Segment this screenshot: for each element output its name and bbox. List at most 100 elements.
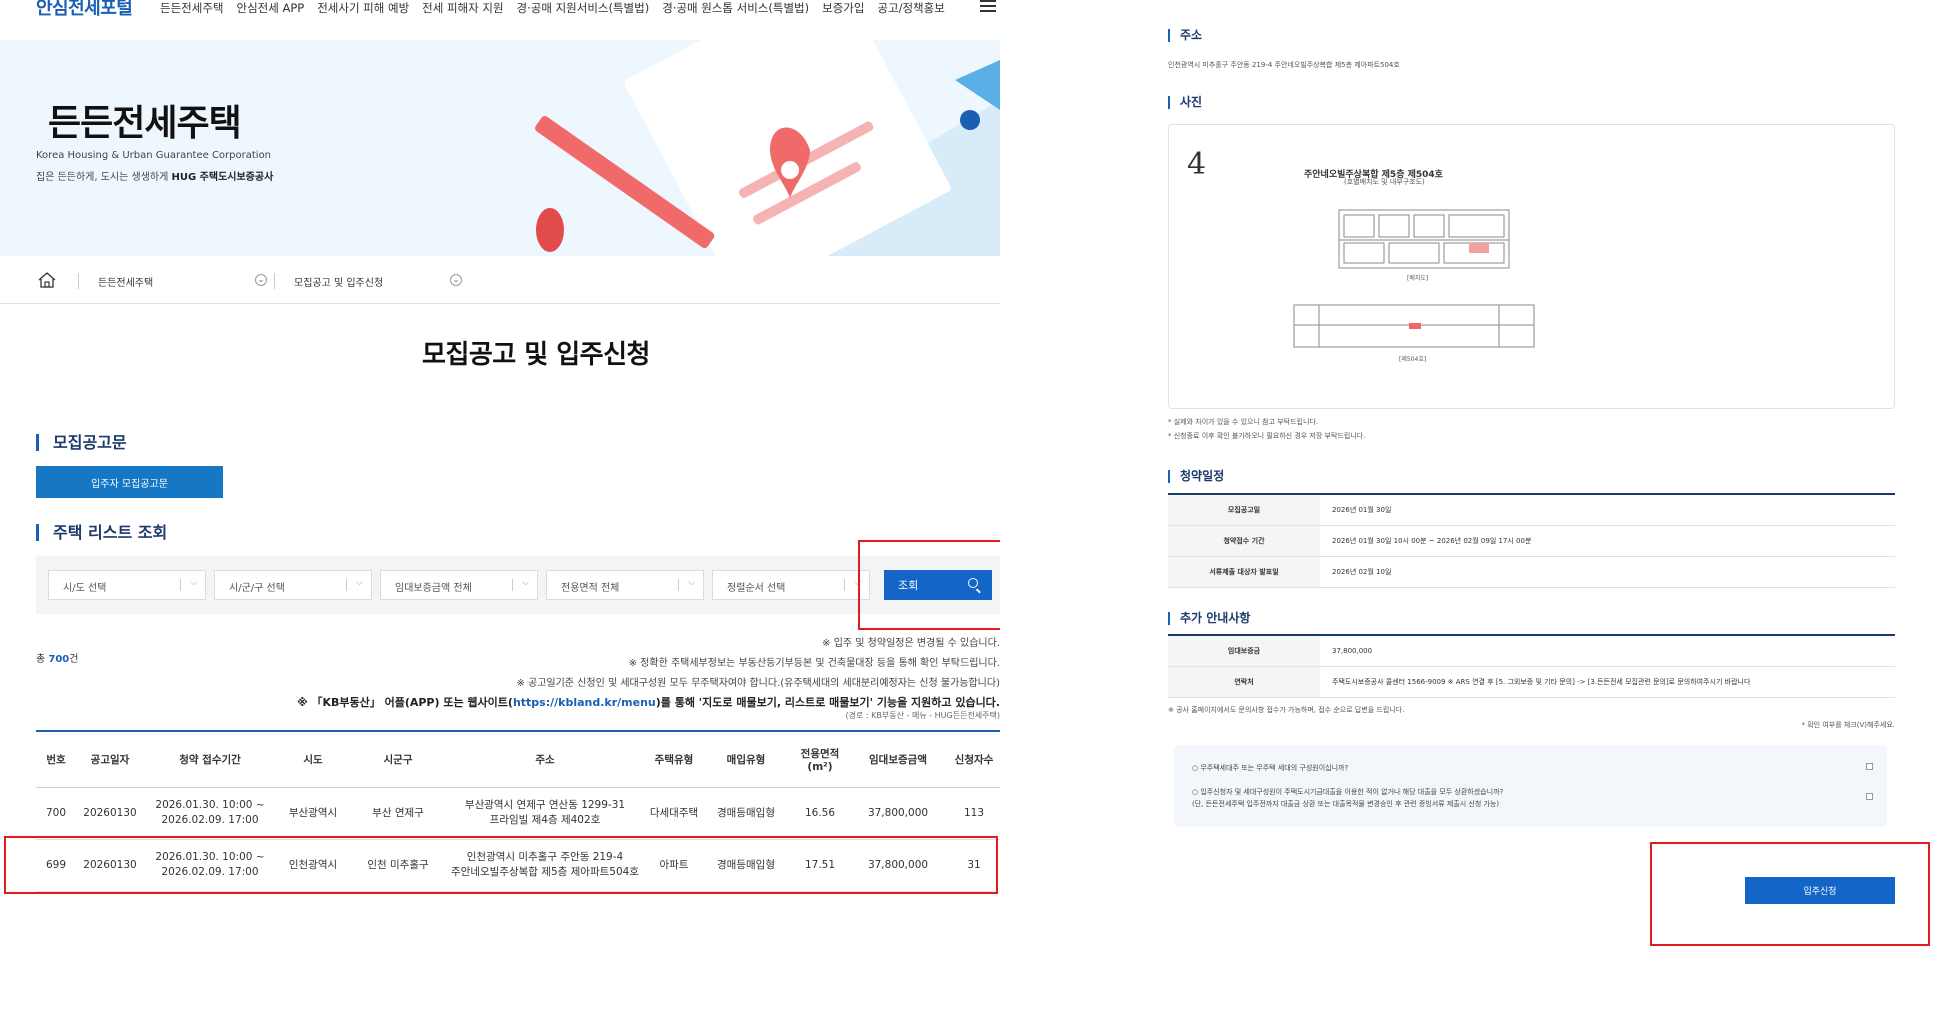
home-icon[interactable] (38, 272, 56, 288)
schedule-table: 모집공고일 2026년 01월 30일 청약접수 기간 2026년 01월 30일 … (1168, 493, 1895, 588)
chevron-down-icon[interactable]: ⌄ (255, 274, 267, 286)
chevron-down-icon: ⌵ (190, 578, 197, 588)
hero-title: 든든전세주택 (48, 103, 242, 144)
breadcrumb-level1[interactable]: 든든전세주택 (98, 274, 153, 289)
kb-notice-prefix: ※ 「KB부동산」 어플(APP) 또는 웹사이트( (296, 696, 513, 709)
cell-address[interactable]: 부산광역시 연제구 연산동 1299-31 프라임빌 제4층 제402호 (446, 787, 644, 840)
notice-text-3: ※ 공고일기준 신청인 및 세대구성원 모두 무주택자여야 합니다.(유주택세대… (516, 678, 1000, 689)
hero-subtitle-prefix: 집은 든든하게, 도시는 생생하게 (36, 172, 172, 183)
table-row: 서류제출 대상자 발표일 2026년 02월 10일 (1168, 556, 1895, 588)
cell-period: 2026.01.30. 10:00 ~ 2026.02.09. 17:00 (144, 787, 276, 840)
gnb-item-notice[interactable]: 공고/정책홍보 (877, 0, 944, 16)
deposit-select[interactable]: 임대보증금액 전체 ⌵ (380, 570, 538, 600)
detail-page: 주소 인천광역시 미추홀구 주안동 219-4 주안네오빌주상복합 제5층 제아… (1160, 0, 1939, 1015)
chevron-down-icon: ⌵ (522, 578, 529, 588)
extra-key: 연락처 (1168, 666, 1320, 698)
breadcrumb-separator (274, 273, 275, 289)
cell-sigungu: 부산 연제구 (350, 787, 446, 840)
notice-text-1: ※ 입주 및 청약일정은 변경될 수 있습니다. (822, 638, 1000, 649)
cell-sido: 부산광역시 (276, 787, 350, 840)
sort-select[interactable]: 정렬순서 선택 ⌵ (712, 570, 870, 600)
hamburger-menu-icon[interactable] (980, 0, 996, 12)
schedule-key: 서류제출 대상자 발표일 (1168, 556, 1320, 588)
breadcrumb-level2[interactable]: 모집공고 및 입주신청 (294, 274, 383, 289)
floor-plan-photo: 4 주안네오빌주상복합 제5층 제504호 (호별배치도 및 내부구조도) [배… (1168, 124, 1895, 409)
col-header-deposit: 임대보증금액 (852, 731, 944, 788)
gnb-item-support[interactable]: 전세 피해자 지원 (422, 0, 503, 16)
table-header-row: 번호 공고일자 청약 접수기간 시도 시군구 주소 주택유형 매입유형 전용면적… (36, 731, 1000, 788)
cell-address-line1: 부산광역시 연제구 연산동 1299-31 (464, 799, 626, 811)
schedule-key: 청약접수 기간 (1168, 525, 1320, 557)
kb-notice: ※ 「KB부동산」 어플(APP) 또는 웹사이트(https://kbland… (0, 694, 1000, 710)
cell-deposit: 37,800,000 (852, 787, 944, 840)
col-header-type: 주택유형 (644, 731, 704, 788)
photo-note-1: * 실제와 차이가 있을 수 있으니 참고 부탁드립니다. (1168, 418, 1319, 426)
address-section-title: 주소 (1168, 29, 1202, 42)
col-header-no: 번호 (36, 731, 76, 788)
hero-subtitle-brand: HUG 주택도시보증공사 (171, 172, 274, 183)
col-header-date: 공고일자 (76, 731, 144, 788)
cell-buy-type: 경매등매입형 (704, 787, 788, 840)
table-row: 모집공고일 2026년 01월 30일 (1168, 494, 1895, 526)
gnb-item-dd[interactable]: 든든전세주택 (160, 0, 223, 16)
hero-subtitle-en: Korea Housing & Urban Guarantee Corporat… (36, 150, 272, 161)
schedule-value: 2026년 02월 10일 (1320, 556, 1895, 588)
gnb-item-onestop[interactable]: 경·공매 원스톱 서비스(특별법) (662, 0, 809, 16)
site-logo[interactable]: 안심전세포털 (36, 0, 133, 20)
svg-text:[배치도]: [배치도] (1407, 274, 1428, 282)
area-select[interactable]: 전용면적 전체 ⌵ (546, 570, 704, 600)
table-row: 임대보증금 37,800,000 (1168, 635, 1895, 667)
checkbox-question-1[interactable] (1866, 763, 1873, 770)
schedule-value: 2026년 01월 30일 (1320, 494, 1895, 526)
sigungu-select[interactable]: 시/군/구 선택 ⌵ (214, 570, 372, 600)
filter-bar: 시/도 선택 ⌵ 시/군/구 선택 ⌵ 임대보증금액 전체 ⌵ 전용면적 전체 ⌵ 정렬… (36, 556, 1000, 614)
global-nav: 안심전세포털 든든전세주택 안심전세 APP 전세사기 피해 예방 전세 피해자… (0, 0, 1000, 20)
highlight-box-apply (1650, 842, 1930, 946)
chevron-down-icon[interactable]: ⌄ (450, 274, 462, 286)
question-2: ○ 입주신청자 및 세대구성원이 주택도시기금대출을 이용한 적이 없거나 해당… (1192, 788, 1504, 796)
address-value: 인천광역시 미추홀구 주안동 219-4 주안네오빌주상복합 제5층 제아파트5… (1168, 61, 1400, 69)
search-section-title: 주택 리스트 조회 (36, 524, 167, 541)
deposit-select-value: 임대보증금액 전체 (395, 583, 472, 594)
cell-no: 700 (36, 787, 76, 840)
gnb-item-auction[interactable]: 경·공매 지원서비스(특별법) (517, 0, 650, 16)
extra-note: ※ 공사 홈페이지에서도 문의사항 접수가 가능하며, 접수 순으로 답변을 드… (1168, 706, 1405, 714)
recruitment-notice-button[interactable]: 입주자 모집공고문 (36, 466, 223, 498)
chevron-down-icon: ⌵ (688, 578, 695, 588)
cell-type: 다세대주택 (644, 787, 704, 840)
question-1: ○ 무주택세대주 또는 무주택 세대의 구성원이십니까? (1192, 764, 1349, 772)
list-page: 안심전세포털 든든전세주택 안심전세 APP 전세사기 피해 예방 전세 피해자… (0, 0, 1000, 1015)
gnb-item-app[interactable]: 안심전세 APP (236, 0, 304, 16)
cell-period-start: 2026.01.30. 10:00 ~ (155, 799, 265, 811)
table-row: 연락처 주택도시보증공사 콜센터 1566-9009 ※ ARS 연결 후 [5.… (1168, 666, 1895, 698)
hero-illustration (535, 40, 1000, 256)
extra-value: 37,800,000 (1320, 635, 1895, 667)
cell-area: 16.56 (788, 787, 852, 840)
checkbox-question-2[interactable] (1866, 793, 1873, 800)
kb-notice-suffix: )를 통해 '지도로 매물보기, 리스트로 매물보기' 기능을 지원하고 있습니… (655, 696, 1000, 709)
col-header-sigungu: 시군구 (350, 731, 446, 788)
eligibility-checklist: ○ 무주택세대주 또는 무주택 세대의 구성원이십니까? ○ 입주신청자 및 세… (1174, 745, 1887, 827)
col-header-buy-type: 매입유형 (704, 731, 788, 788)
schedule-key: 모집공고일 (1168, 494, 1320, 526)
col-header-area: 전용면적 (m²) (788, 731, 852, 788)
sido-select[interactable]: 시/도 선택 ⌵ (48, 570, 206, 600)
kb-link[interactable]: https://kbland.kr/menu (513, 696, 656, 709)
extra-section-title: 추가 안내사항 (1168, 612, 1250, 625)
page-title: 모집공고 및 입주신청 (422, 340, 650, 370)
cell-applicants: 113 (944, 787, 1000, 840)
cell-address-line2: 프라임빌 제4층 제402호 (489, 814, 601, 826)
table-row: 청약접수 기간 2026년 01월 30일 10시 00분 ~ 2026년 02월… (1168, 525, 1895, 557)
cell-period-end: 2026.02.09. 17:00 (161, 814, 259, 826)
gnb-item-prevent[interactable]: 전세사기 피해 예방 (317, 0, 409, 16)
col-header-address: 주소 (446, 731, 644, 788)
hero-banner: 든든전세주택 Korea Housing & Urban Guarantee C… (0, 40, 1000, 256)
sigungu-select-value: 시/군/구 선택 (229, 583, 285, 594)
gnb-item-guarantee[interactable]: 보증가입 (822, 0, 864, 16)
table-row[interactable]: 700 20260130 2026.01.30. 10:00 ~ 2026.02.… (36, 787, 1000, 840)
chevron-down-icon: ⌵ (356, 578, 363, 588)
sort-select-value: 정렬순서 선택 (727, 583, 786, 594)
col-header-sido: 시도 (276, 731, 350, 788)
confirm-note: * 확인 여부를 체크(V)해주세요. (1801, 721, 1896, 729)
sido-select-value: 시/도 선택 (63, 583, 107, 594)
